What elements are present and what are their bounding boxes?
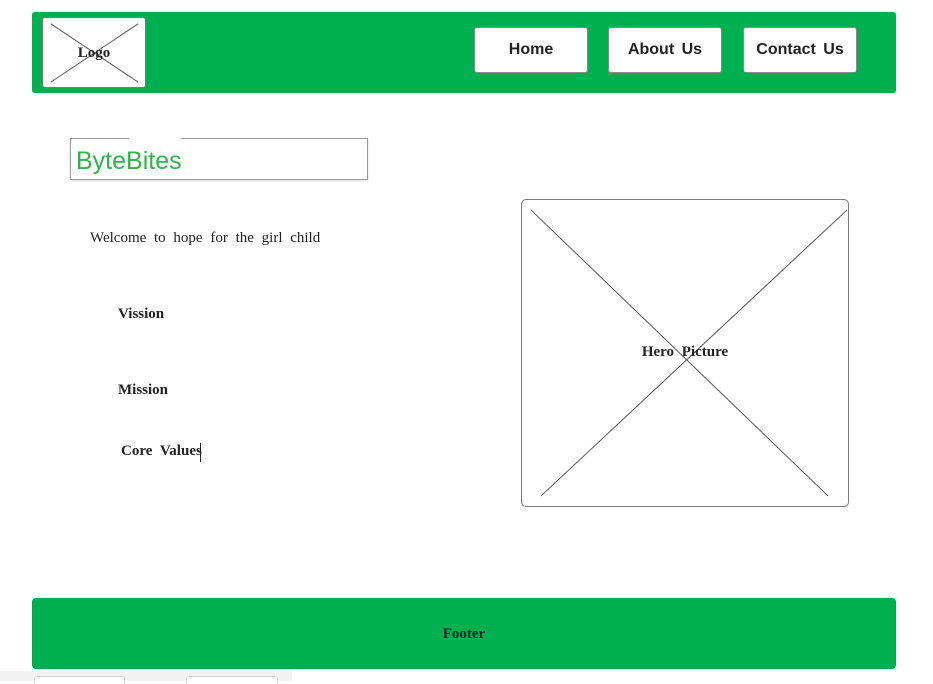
vision-link[interactable]: Vission	[118, 306, 164, 323]
brand-name: ByteBites	[76, 147, 182, 175]
welcome-text: Welcome to hope for the girl child	[90, 230, 321, 246]
brand-title-box: ByteBites	[70, 137, 368, 180]
footer-bar: Footer	[32, 598, 896, 669]
hero-picture-label: Hero Picture	[641, 344, 729, 360]
core-values-link[interactable]: Core Values	[121, 443, 202, 460]
bottom-tab[interactable]	[34, 676, 125, 684]
hero-picture-placeholder: Hero Picture	[521, 199, 849, 507]
mission-link[interactable]: Mission	[118, 382, 168, 399]
logo-placeholder[interactable]: Logo	[42, 17, 146, 88]
bottom-tab[interactable]	[186, 676, 278, 684]
text-cursor	[200, 443, 201, 462]
nav-contact-us-button[interactable]: Contact Us	[743, 27, 857, 73]
nav-about-us-button[interactable]: About Us	[608, 27, 722, 73]
logo-label: Logo	[77, 45, 111, 61]
footer-label: Footer	[442, 626, 486, 642]
nav-home-button[interactable]: Home	[474, 27, 588, 73]
header-bar: Logo Home About Us Contact Us	[32, 12, 896, 93]
